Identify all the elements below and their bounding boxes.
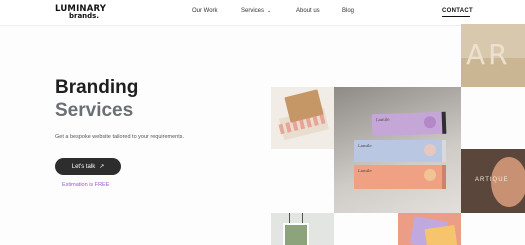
- frame-shape: [283, 223, 309, 245]
- page-title: Branding Services: [55, 76, 138, 122]
- nav-our-work[interactable]: Our Work: [192, 8, 218, 14]
- nav-services-label: Services: [241, 8, 265, 14]
- nav-blog[interactable]: Blog: [342, 8, 354, 14]
- portrait-brand-text: ARTIQUE: [475, 177, 509, 183]
- hero-subtitle: Get a bespoke website tailored to your r…: [55, 134, 185, 140]
- nav-services[interactable]: Services ⌄: [241, 8, 271, 14]
- title-line-2: Services: [55, 100, 134, 121]
- product-boxes-image: Lamile Lamile Lamile: [334, 87, 461, 213]
- frame-wire: [302, 213, 303, 223]
- title-line-1: Branding: [55, 77, 139, 98]
- box-brand-label: Lamile: [358, 168, 372, 173]
- contact-link[interactable]: CONTACT: [442, 8, 473, 14]
- box-ornament: [424, 144, 436, 156]
- ar-packaging-image: AR: [461, 24, 525, 87]
- brand-logo[interactable]: LUMINARY brands.: [55, 5, 106, 20]
- box-brand-label: Lamile: [358, 143, 372, 148]
- nav-about[interactable]: About us: [296, 8, 320, 14]
- box-stripe: [442, 165, 446, 189]
- chevron-down-icon: ⌄: [267, 8, 272, 14]
- kraft-box-image: [271, 87, 334, 149]
- box-stripe: [441, 111, 447, 134]
- orange-box: Lamile: [354, 165, 446, 189]
- blue-box: Lamile: [354, 140, 446, 162]
- lets-talk-label: Let's talk: [71, 163, 96, 170]
- lets-talk-button[interactable]: Let's talk ↗: [55, 158, 121, 175]
- purple-box: Lamile: [371, 111, 447, 137]
- contact-underline: [442, 16, 470, 17]
- box-stripe: [442, 140, 446, 162]
- box-ornament: [424, 169, 436, 181]
- box-ornament: [423, 116, 437, 129]
- frame-wire: [289, 213, 290, 223]
- box-brand-label: Lamile: [375, 116, 390, 123]
- card-shape: [424, 225, 458, 245]
- hanging-frame-image: [271, 213, 334, 245]
- estimation-note: Estimation is FREE: [62, 182, 110, 188]
- ar-logo-text: AR: [466, 38, 511, 71]
- site-header: LUMINARY brands. Our Work Services ⌄ Abou…: [0, 0, 525, 26]
- stationery-image: [398, 213, 461, 245]
- portrait-image: ARTIQUE: [461, 149, 525, 213]
- arrow-up-right-icon: ↗: [99, 164, 105, 170]
